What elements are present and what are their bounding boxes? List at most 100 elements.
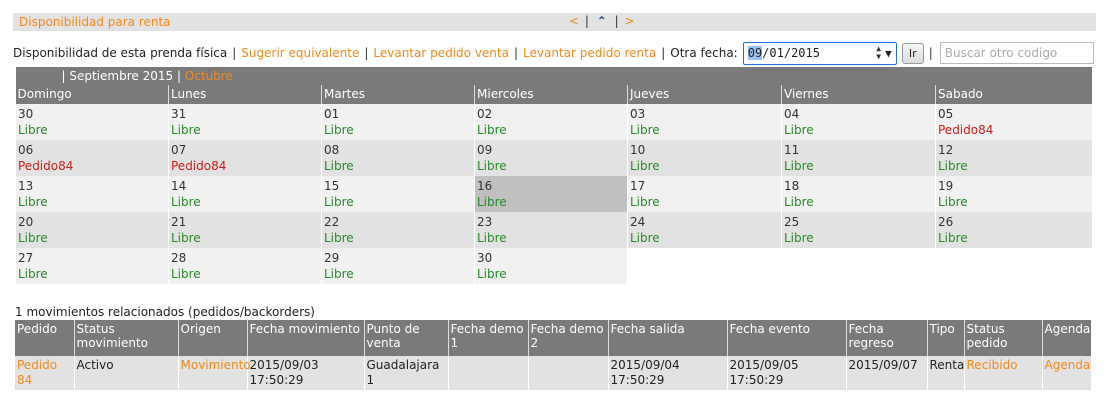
calendar-day-cell[interactable]: 15 Libre — [321, 176, 475, 212]
day-status-free: Libre — [171, 231, 201, 245]
day-number: 20 — [18, 215, 34, 229]
day-status-booked[interactable]: Pedido84 — [938, 122, 1090, 138]
day-number: 10 — [630, 143, 646, 157]
calendar-day-cell[interactable]: 08 Libre — [321, 140, 475, 176]
actions-bar: Disponibilidad de esta prenda física | S… — [13, 41, 1096, 65]
table-cell: Guadalajara 1 — [363, 356, 448, 390]
column-header: Fecha evento — [726, 320, 846, 356]
cell-link[interactable]: Pedido 84 — [17, 358, 57, 387]
day-number: 30 — [477, 251, 493, 265]
day-number: 31 — [171, 107, 187, 121]
movements-body: Pedido 84 Activo Movimiento 2015/09/03 17:5… — [15, 356, 1091, 390]
calendar-day-cell[interactable]: 21 Libre — [168, 212, 322, 248]
calendar-day-cell[interactable]: 30 Libre — [15, 104, 169, 140]
prev-button[interactable]: < — [569, 14, 579, 28]
weekday-header: Lunes — [168, 85, 322, 104]
calendar-day-cell[interactable]: 11 Libre — [781, 140, 936, 176]
day-status-free: Libre — [630, 159, 660, 173]
movements-title: 1 movimientos relacionados (pedidos/back… — [15, 305, 315, 319]
weekday-header: Domingo — [15, 85, 169, 104]
table-cell: Movimiento — [177, 356, 251, 390]
dropdown-arrow-icon[interactable]: ▼ — [885, 47, 892, 60]
calendar-day-cell[interactable]: 28 Libre — [168, 248, 322, 284]
calendar-day-cell[interactable]: 13 Libre — [15, 176, 169, 212]
calendar-empty-cell — [627, 248, 782, 284]
calendar-day-cell[interactable]: 02 Libre — [474, 104, 628, 140]
table-cell — [527, 356, 608, 390]
calendar-empty-cell — [934, 248, 1092, 284]
calendar-day-cell[interactable]: 22 Libre — [321, 212, 475, 248]
day-status-booked[interactable]: Pedido84 — [18, 158, 166, 174]
day-number: 21 — [171, 215, 187, 229]
calendar-day-cell[interactable]: 14 Libre — [168, 176, 322, 212]
column-header: Fecha movimiento — [246, 320, 364, 356]
day-number: 07 — [171, 143, 187, 157]
column-header: Fecha demo 2 — [527, 320, 608, 356]
calendar-day-cell[interactable]: 05 Pedido84 — [934, 104, 1092, 140]
day-number: 13 — [18, 179, 34, 193]
calendar-day-cell[interactable]: 27 Libre — [15, 248, 169, 284]
go-button[interactable]: Ir — [901, 42, 924, 64]
availability-calendar: | Septiembre 2015 | Octubre Domingo Lunes… — [15, 67, 1092, 284]
calendar-day-cell[interactable]: 04 Libre — [781, 104, 936, 140]
search-code-input[interactable]: Buscar otro codigo — [939, 42, 1094, 64]
day-number: 09 — [477, 143, 493, 157]
day-status-free: Libre — [938, 231, 968, 245]
rent-order-link[interactable]: Levantar pedido renta — [523, 46, 656, 60]
calendar-day-cell[interactable]: 01 Libre — [321, 104, 475, 140]
collapse-up-icon[interactable]: ⌃ — [597, 14, 607, 28]
day-status-free: Libre — [18, 123, 48, 137]
day-number: 26 — [938, 215, 954, 229]
column-header: Fecha demo 1 — [447, 320, 528, 356]
day-status-free: Libre — [784, 231, 814, 245]
column-header: Status movimiento — [73, 320, 178, 356]
calendar-day-cell[interactable]: 23 Libre — [474, 212, 628, 248]
day-number: 04 — [784, 107, 800, 121]
date-input[interactable]: 09/01/2015 ▲ ▼ ▼ — [742, 41, 897, 65]
calendar-day-cell[interactable]: 17 Libre — [627, 176, 782, 212]
table-cell: 2015/09/03 17:50:29 — [246, 356, 364, 390]
next-button[interactable]: > — [625, 14, 635, 28]
calendar-day-cell[interactable]: 25 Libre — [781, 212, 936, 248]
day-status-free: Libre — [171, 123, 201, 137]
table-cell: Pedido 84 — [15, 356, 74, 390]
cell-link[interactable]: Recibido — [967, 358, 1018, 372]
suggest-equivalent-link[interactable]: Sugerir equivalente — [241, 46, 359, 60]
day-number: 18 — [784, 179, 800, 193]
cell-link[interactable]: Movimiento — [181, 358, 251, 372]
date-spinner-icon[interactable]: ▲ ▼ — [876, 45, 881, 61]
calendar-day-cell[interactable]: 16 Libre — [474, 176, 628, 212]
calendar-day-cell[interactable]: 19 Libre — [934, 176, 1092, 212]
calendar-day-cell[interactable]: 20 Libre — [15, 212, 169, 248]
calendar-day-cell[interactable]: 06 Pedido84 — [15, 140, 169, 176]
calendar-day-cell[interactable]: 30 Libre — [474, 248, 628, 284]
calendar-day-cell[interactable]: 29 Libre — [321, 248, 475, 284]
calendar-empty-cell — [781, 248, 936, 284]
table-cell: Agenda — [1041, 356, 1091, 390]
calendar-day-cell[interactable]: 10 Libre — [627, 140, 782, 176]
sale-order-link[interactable]: Levantar pedido venta — [373, 46, 509, 60]
day-status-free: Libre — [477, 231, 507, 245]
availability-label: Disponibilidad de esta prenda física — [13, 46, 228, 60]
weekday-header: Jueves — [627, 85, 782, 104]
day-status-booked[interactable]: Pedido84 — [171, 158, 319, 174]
cell-link[interactable]: Agenda — [1045, 358, 1091, 372]
calendar-day-cell[interactable]: 18 Libre — [781, 176, 936, 212]
title-bar: Disponibilidad para renta < | ⌃ | > — [13, 13, 1096, 31]
day-number: 16 — [477, 179, 493, 193]
table-cell — [447, 356, 528, 390]
calendar-day-cell[interactable]: 31 Libre — [168, 104, 322, 140]
calendar-day-cell[interactable]: 07 Pedido84 — [168, 140, 322, 176]
calendar-week-row: 20 Libre 21 Libre 22 Libre 23 Libre 24 Libre 25 Lib… — [15, 212, 1092, 248]
day-number: 27 — [18, 251, 34, 265]
next-month-link[interactable]: Octubre — [185, 69, 233, 83]
day-status-free: Libre — [18, 267, 48, 281]
calendar-day-cell[interactable]: 03 Libre — [627, 104, 782, 140]
calendar-day-cell[interactable]: 09 Libre — [474, 140, 628, 176]
calendar-day-cell[interactable]: 12 Libre — [934, 140, 1092, 176]
column-header: Origen — [177, 320, 247, 356]
day-number: 03 — [630, 107, 646, 121]
calendar-day-cell[interactable]: 26 Libre — [934, 212, 1092, 248]
day-status-free: Libre — [477, 267, 507, 281]
calendar-day-cell[interactable]: 24 Libre — [627, 212, 782, 248]
